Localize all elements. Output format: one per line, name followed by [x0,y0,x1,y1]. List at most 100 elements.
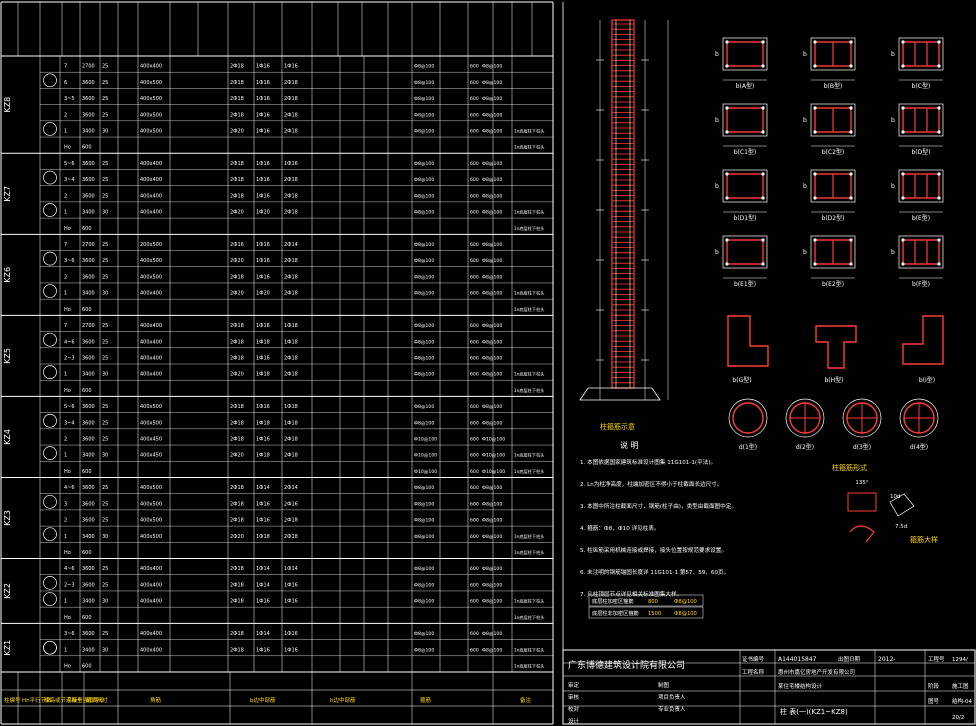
section-cell: 400x400 [140,64,162,70]
stirrup-cell: Ф8@100 [414,193,434,199]
section-stirrup [726,107,764,133]
height-cell: 3400 [82,372,95,378]
b-side-bar-cell: 1Ф16 [256,355,270,361]
rebar-dot [849,238,853,242]
corner-bar-cell: 2Ф18 [230,339,244,345]
b-side-bar-cell: 1Ф14 [256,582,270,588]
axis-bubble [43,494,57,509]
b-side-bar-cell: 1Ф14 [256,485,270,491]
section-outline [722,169,768,203]
axis-bubble [43,122,57,136]
dim-label: b [715,249,719,256]
footer-header: 柱编号 [4,696,21,704]
dim-label: b [715,183,719,190]
section-cell: 400x500 [140,112,162,118]
footer-header: 箍筋 [420,696,432,704]
height-cell: 3600 [82,437,95,443]
b-side-bar-cell: 1Ф18 [256,534,270,540]
stirrup-cell-2: Ф8@100 [482,566,502,572]
note-cell: 1n底层柱下柱头 [514,371,544,378]
section-outline [898,103,944,137]
corner-bar-cell: 2Ф18 [230,501,244,507]
grade-cell: 30 [102,372,108,378]
floor-cell: 2~3 [64,355,75,361]
rebar-dot [901,238,905,242]
stirrup-cell-2: Ф8@100 [482,355,502,361]
dense-zone-cell: 600 [470,485,479,491]
floor-cell: Ho [64,663,71,669]
legend-value-a: 1500 [648,611,661,617]
rebar-dot [725,262,729,266]
dense-zone-cell: 600 [470,291,479,297]
signature-role: 项目负责人 [658,693,686,701]
h-side-bar-cell: 2Ф18 [284,518,298,524]
stirrup-cell-2: Ф8@100 [482,599,502,605]
stirrup-cell-2: Ф8@100 [482,210,502,216]
height-cell: 3600 [82,501,95,507]
stirrup-cell: Ф8@100 [414,210,434,216]
b-side-bar-cell: 1Ф16 [256,193,270,199]
dense-zone-cell: 600 [470,193,479,199]
title-label: 工程号 [928,655,945,663]
dense-zone-cell: 600 [470,129,479,135]
stirrup-cell: Ф8@100 [414,291,434,297]
b-side-bar-cell: 1Ф16 [256,177,270,183]
note-line: 2. Ln为柱净高度，柱端加密区不得小于柱截面长边尺寸。 [580,480,722,488]
height-cell: 3400 [82,647,95,653]
dense-zone-cell: 600 [470,599,479,605]
corner-bar-cell: 2Ф18 [230,177,244,183]
h-side-bar-cell: 2Ф18 [284,453,298,459]
circle-type-label: d(3型) [853,443,871,451]
height-cell: 3600 [82,96,95,102]
note-cell: 1n底层柱下柱头 [514,646,544,653]
height-cell: 600 [82,615,92,621]
title-label: 图号 [928,697,940,705]
rebar-dot [849,130,853,134]
stirrup-cell-2: Ф8@100 [482,339,502,345]
stirrup-cell-2: Ф8@100 [482,64,502,70]
section-outline [898,169,944,203]
note-cell: 1n底层柱下柱头 [514,468,544,475]
stirrup-cell-2: Ф8@100 [482,631,502,637]
section-type-label: b(D1型) [734,214,757,222]
shaped-section-label: b(I型) [919,376,935,384]
legend-label: 底层柱非加密区箍筋 [592,609,639,617]
column-group-name: KZ3 [3,510,12,526]
section-type-label: b(C型) [912,82,931,90]
section-stirrup [902,173,940,199]
height-cell: 3600 [82,193,95,199]
section-cell: 400x500 [140,518,162,524]
stirrup-cell: Ф8@100 [414,339,434,345]
section-type-label: b(B型) [824,82,843,90]
floor-cell: 2 [64,274,67,280]
grade-cell: 30 [102,534,108,540]
dense-zone-cell: 600 [470,420,479,426]
b-side-bar-cell: 1Ф18 [256,453,270,459]
rebar-dot [725,130,729,134]
floor-cell: Ho [64,615,71,621]
corner-bar-cell: 2Ф18 [230,161,244,167]
floor-cell: 5~6 [64,404,75,410]
h-side-bar-cell: 2Ф18 [284,274,298,280]
b-side-bar-cell: 1Ф14 [256,566,270,572]
dim-label: b [715,51,719,58]
floor-cell: 2 [64,112,67,118]
section-cell: 400x500 [140,485,162,491]
h-side-bar-cell: 2Ф18 [284,534,298,540]
height-cell: 3600 [82,404,95,410]
stirrup-cell: Ф8@100 [414,599,434,605]
column-body [611,19,635,389]
dense-zone-cell: 600 [470,469,479,475]
shaped-section-stirrup [727,315,769,367]
section-type-label: b(A型) [736,82,755,90]
corner-bar-cell: 2Ф18 [230,274,244,280]
rebar-dot [849,196,853,200]
height-cell: 600 [82,550,92,556]
h-side-bar-cell: 1Ф18 [284,420,298,426]
b-side-bar-cell: 1Ф16 [256,64,270,70]
height-cell: 600 [82,145,92,151]
section-outline [898,235,944,269]
stirrup-cell-2: Ф10@100 [482,469,505,475]
grade-cell: 25 [102,258,108,264]
corner-bar-cell: 2Ф20 [230,372,244,378]
